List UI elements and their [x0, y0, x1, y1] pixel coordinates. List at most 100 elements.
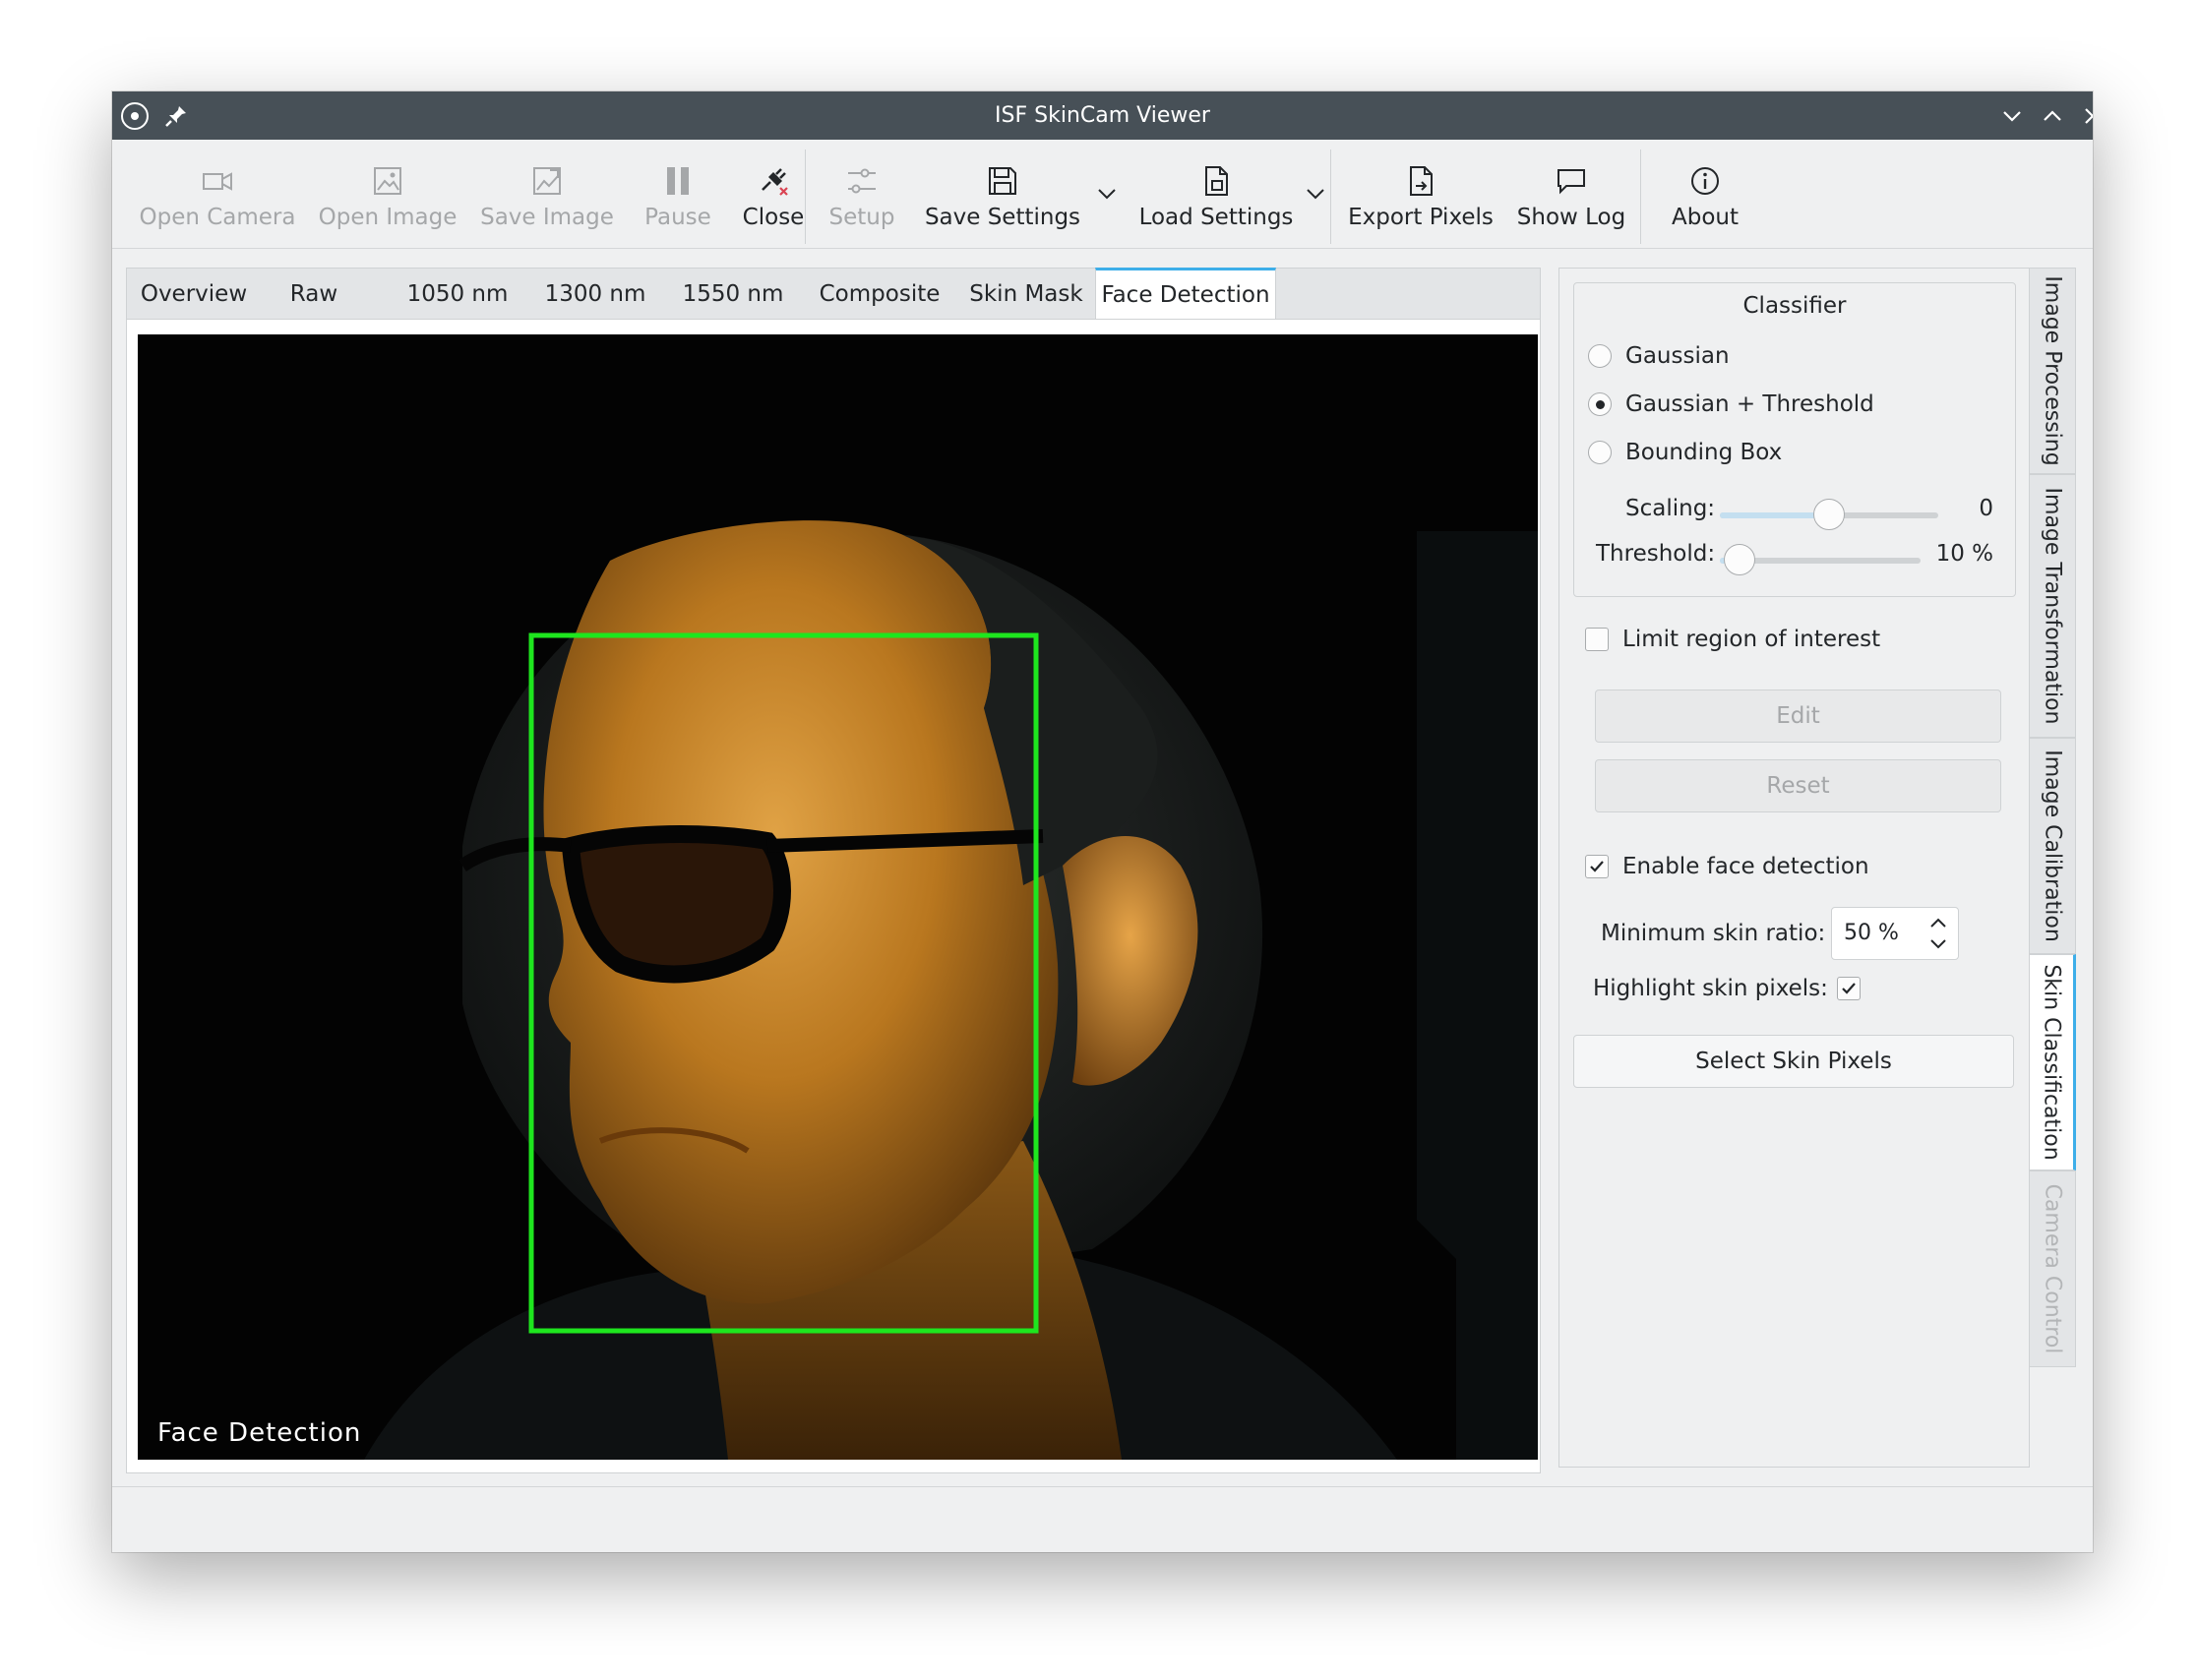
side-tab-image-transformation-label: Image Transformation	[2040, 487, 2065, 725]
open-image-button[interactable]: Open Image	[309, 150, 466, 238]
radio-bounding-box-label: Bounding Box	[1625, 440, 1783, 465]
threshold-slider[interactable]	[1720, 544, 1921, 575]
status-bar	[112, 1486, 2093, 1552]
save-image-label: Save Image	[480, 205, 614, 230]
toolbar-separator	[1640, 150, 1641, 244]
tab-1300nm[interactable]: 1300 nm	[526, 269, 664, 320]
close-window-icon[interactable]	[2078, 101, 2093, 131]
export-pixels-label: Export Pixels	[1348, 205, 1494, 230]
save-settings-dropdown-icon[interactable]	[1096, 187, 1118, 201]
side-tab-image-processing[interactable]: Image Processing	[2029, 268, 2076, 474]
side-tab-skin-classification-label: Skin Classification	[2039, 964, 2064, 1161]
speech-bubble-icon	[1558, 169, 1585, 195]
toolbar-separator	[805, 150, 806, 244]
pause-label: Pause	[644, 205, 711, 230]
side-tab-image-calibration-label: Image Calibration	[2040, 750, 2065, 942]
side-tab-image-processing-label: Image Processing	[2040, 275, 2065, 466]
radio-gaussian-threshold-label: Gaussian + Threshold	[1625, 391, 1874, 417]
image-icon	[374, 167, 401, 195]
open-image-label: Open Image	[318, 205, 458, 230]
tab-skin-mask[interactable]: Skin Mask	[957, 269, 1095, 320]
scaling-value: 0	[1979, 496, 1993, 521]
save-settings-button[interactable]: Save Settings	[909, 150, 1096, 238]
reset-roi-button[interactable]: Reset	[1595, 759, 2001, 812]
export-icon	[1410, 166, 1433, 196]
tab-1050nm[interactable]: 1050 nm	[389, 269, 526, 320]
side-tab-skin-classification[interactable]: Skin Classification	[2029, 954, 2076, 1170]
highlight-skin-pixels-label: Highlight skin pixels:	[1593, 976, 1828, 1001]
edit-roi-button[interactable]: Edit	[1595, 690, 2001, 743]
select-skin-pixels-button[interactable]: Select Skin Pixels	[1573, 1035, 2014, 1088]
close-label: Close	[742, 205, 805, 230]
highlight-skin-pixels-checkbox[interactable]	[1837, 977, 1861, 1000]
side-tab-camera-control-label: Camera Control	[2040, 1183, 2065, 1354]
radio-button[interactable]	[1588, 344, 1612, 368]
classifier-group: Classifier Gaussian Gaussian + Threshold…	[1573, 282, 2016, 597]
setup-label: Setup	[828, 205, 895, 230]
tab-1550nm[interactable]: 1550 nm	[664, 269, 802, 320]
title-bar: ISF SkinCam Viewer	[112, 91, 2093, 140]
close-button[interactable]: Close	[724, 150, 823, 238]
scaling-label: Scaling:	[1625, 496, 1716, 521]
save-image-button[interactable]: Save Image	[468, 150, 626, 238]
limit-roi-label: Limit region of interest	[1622, 627, 1881, 652]
pause-icon	[667, 167, 689, 195]
minimize-icon[interactable]	[1997, 101, 2027, 131]
classifier-title: Classifier	[1742, 293, 1847, 319]
export-pixels-button[interactable]: Export Pixels	[1342, 150, 1499, 238]
face-image	[138, 334, 1538, 1460]
save-settings-label: Save Settings	[924, 205, 1081, 230]
sliders-icon	[848, 168, 876, 194]
tab-overview[interactable]: Overview	[127, 269, 261, 320]
minimum-skin-ratio-value[interactable]: 50 %	[1844, 908, 1899, 959]
minimum-skin-ratio-spinbox[interactable]: 50 %	[1831, 907, 1959, 960]
radio-button[interactable]	[1588, 441, 1612, 464]
side-tab-image-calibration[interactable]: Image Calibration	[2029, 738, 2076, 954]
document-open-icon	[1205, 166, 1228, 196]
side-tab-image-transformation[interactable]: Image Transformation	[2029, 474, 2076, 738]
floppy-disk-icon	[989, 167, 1016, 195]
app-window: ISF SkinCam Viewer Open Camera Open Imag…	[112, 91, 2093, 1552]
skin-classification-panel: Classifier Gaussian Gaussian + Threshold…	[1558, 268, 2030, 1468]
enable-face-detection-checkbox[interactable]	[1585, 855, 1609, 878]
minimum-skin-ratio-label: Minimum skin ratio:	[1601, 921, 1826, 946]
about-button[interactable]: About	[1647, 150, 1763, 238]
disconnect-icon	[762, 168, 788, 196]
load-settings-dropdown-icon[interactable]	[1305, 187, 1326, 201]
spin-up-icon[interactable]	[1928, 916, 1948, 930]
checkmark-icon	[1590, 861, 1604, 872]
scaling-slider[interactable]	[1720, 499, 1938, 530]
image-viewer[interactable]: Face Detection	[138, 334, 1538, 1460]
load-settings-button[interactable]: Load Settings	[1118, 150, 1314, 238]
side-tab-bar: Image Processing Image Transformation Im…	[2029, 268, 2076, 1369]
radio-button-selected[interactable]	[1588, 392, 1612, 416]
tab-face-detection[interactable]: Face Detection	[1095, 268, 1276, 320]
maximize-icon[interactable]	[2038, 101, 2067, 131]
enable-face-detection-label: Enable face detection	[1622, 854, 1869, 879]
window-title: ISF SkinCam Viewer	[995, 103, 1210, 128]
side-tab-camera-control[interactable]: Camera Control	[2029, 1170, 2076, 1367]
toolbar-separator	[1330, 150, 1331, 244]
load-settings-label: Load Settings	[1138, 205, 1294, 230]
view-tab-bar: Overview Raw 1050 nm 1300 nm 1550 nm Com…	[126, 268, 1541, 320]
threshold-label: Threshold:	[1596, 541, 1716, 567]
scaling-slider-handle[interactable]	[1813, 499, 1845, 530]
limit-roi-checkbox[interactable]	[1585, 628, 1609, 651]
pause-button[interactable]: Pause	[624, 150, 732, 238]
show-log-label: Show Log	[1516, 205, 1626, 230]
show-log-button[interactable]: Show Log	[1507, 150, 1635, 238]
threshold-value: 10 %	[1935, 541, 1993, 567]
checkmark-icon	[1842, 983, 1856, 994]
open-camera-button[interactable]: Open Camera	[134, 150, 301, 238]
about-label: About	[1671, 205, 1739, 230]
spin-down-icon[interactable]	[1928, 937, 1948, 951]
tab-raw[interactable]: Raw	[261, 269, 367, 320]
tab-composite[interactable]: Composite	[802, 269, 957, 320]
setup-button[interactable]: Setup	[813, 150, 911, 238]
info-icon	[1691, 167, 1719, 195]
threshold-slider-handle[interactable]	[1724, 544, 1756, 575]
save-image-icon	[533, 167, 561, 195]
viewer-caption: Face Detection	[157, 1418, 362, 1448]
radio-gaussian-label: Gaussian	[1625, 343, 1730, 369]
open-camera-label: Open Camera	[139, 205, 296, 230]
